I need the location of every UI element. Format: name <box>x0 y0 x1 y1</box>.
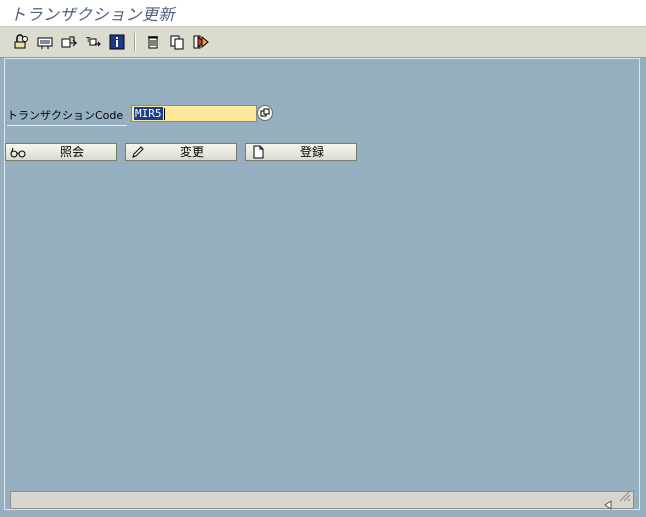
change-button[interactable]: 変更 <box>125 143 237 161</box>
info-icon[interactable] <box>108 33 126 51</box>
other-object-icon[interactable] <box>60 33 78 51</box>
text-caret <box>163 107 165 120</box>
status-expand-icon[interactable] <box>603 495 613 514</box>
value-help-button[interactable] <box>257 105 273 121</box>
transaction-code-label: トランザクションCode <box>7 107 127 126</box>
resize-grip-icon[interactable] <box>617 487 631 506</box>
value-help-icon <box>260 108 270 117</box>
application-toolbar: T <box>0 27 646 58</box>
status-bar <box>10 490 634 510</box>
document-icon <box>250 145 266 159</box>
change-button-label: 変更 <box>179 145 204 159</box>
create-button-label: 登録 <box>299 145 324 159</box>
choose-icon[interactable] <box>36 33 54 51</box>
glasses-icon <box>10 145 26 159</box>
pencil-icon <box>130 145 146 159</box>
toolbar-separator <box>134 33 136 51</box>
display-button[interactable]: 照会 <box>5 143 117 161</box>
window-title: トランザクション更新 <box>10 5 176 24</box>
display-change-icon[interactable] <box>12 33 30 51</box>
main-content-area: トランザクションCode MIR5 照会 変更 登録 <box>4 58 640 510</box>
transaction-code-value: MIR5 <box>134 107 163 120</box>
copy-icon[interactable] <box>168 33 186 51</box>
list-icon[interactable]: T <box>84 33 102 51</box>
title-bar: トランザクション更新 <box>0 0 646 27</box>
display-button-label: 照会 <box>59 145 84 159</box>
delete-icon[interactable] <box>144 33 162 51</box>
create-button[interactable]: 登録 <box>245 143 357 161</box>
transaction-code-input[interactable]: MIR5 <box>131 105 257 122</box>
execute-icon[interactable] <box>192 33 210 51</box>
